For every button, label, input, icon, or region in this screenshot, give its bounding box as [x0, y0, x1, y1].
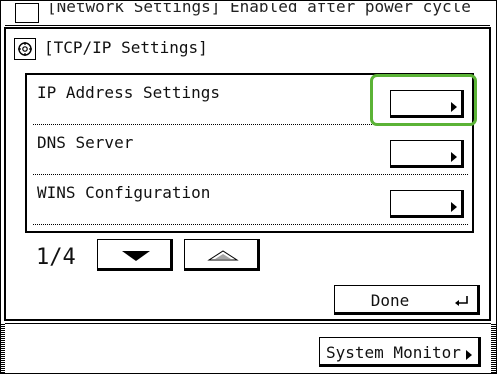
- list-item-ip-address-settings[interactable]: IP Address Settings: [27, 75, 472, 125]
- background-screen-header: [Network Settings] Enabled after power c…: [5, 3, 490, 26]
- status-bar-stripe-left: [1, 323, 5, 373]
- list-item-dns-server[interactable]: DNS Server: [27, 125, 472, 175]
- status-bar-stripe-right: [491, 323, 496, 373]
- arrow-right-icon: [466, 350, 472, 360]
- settings-gear-icon: [14, 38, 36, 60]
- arrow-right-icon: [451, 152, 457, 162]
- dialog-title: [TCP/IP Settings]: [44, 38, 208, 57]
- system-monitor-button[interactable]: System Monitor: [319, 337, 481, 367]
- page-up-button[interactable]: [184, 239, 260, 271]
- list-item-label: IP Address Settings: [37, 83, 221, 102]
- wins-configuration-button[interactable]: [390, 190, 464, 218]
- dns-server-button[interactable]: [390, 140, 464, 168]
- triangle-down-icon: [122, 251, 150, 261]
- system-monitor-label: System Monitor: [326, 343, 461, 362]
- triangle-up-icon: [207, 250, 239, 261]
- enter-return-icon: [455, 296, 468, 306]
- screen-frame: [Network Settings] Enabled after power c…: [0, 0, 497, 374]
- done-button[interactable]: Done: [334, 285, 480, 315]
- list-item-wins-configuration[interactable]: WINS Configuration: [27, 175, 472, 225]
- background-screen-title: [Network Settings] Enabled after power c…: [47, 3, 471, 16]
- divider: [33, 224, 468, 225]
- tcpip-settings-dialog: [TCP/IP Settings] IP Address Settings DN…: [4, 27, 491, 321]
- page-down-button[interactable]: [97, 239, 173, 271]
- list-item-label: DNS Server: [37, 133, 134, 152]
- list-item-label: WINS Configuration: [37, 183, 211, 202]
- arrow-right-icon: [451, 102, 457, 112]
- ip-address-settings-button[interactable]: [390, 90, 464, 118]
- settings-list: IP Address Settings DNS Server WINS Conf…: [25, 73, 474, 233]
- done-button-label: Done: [370, 291, 410, 310]
- arrow-right-icon: [451, 202, 457, 212]
- settings-gear-icon: [15, 3, 39, 23]
- page-indicator: 1/4: [36, 245, 76, 270]
